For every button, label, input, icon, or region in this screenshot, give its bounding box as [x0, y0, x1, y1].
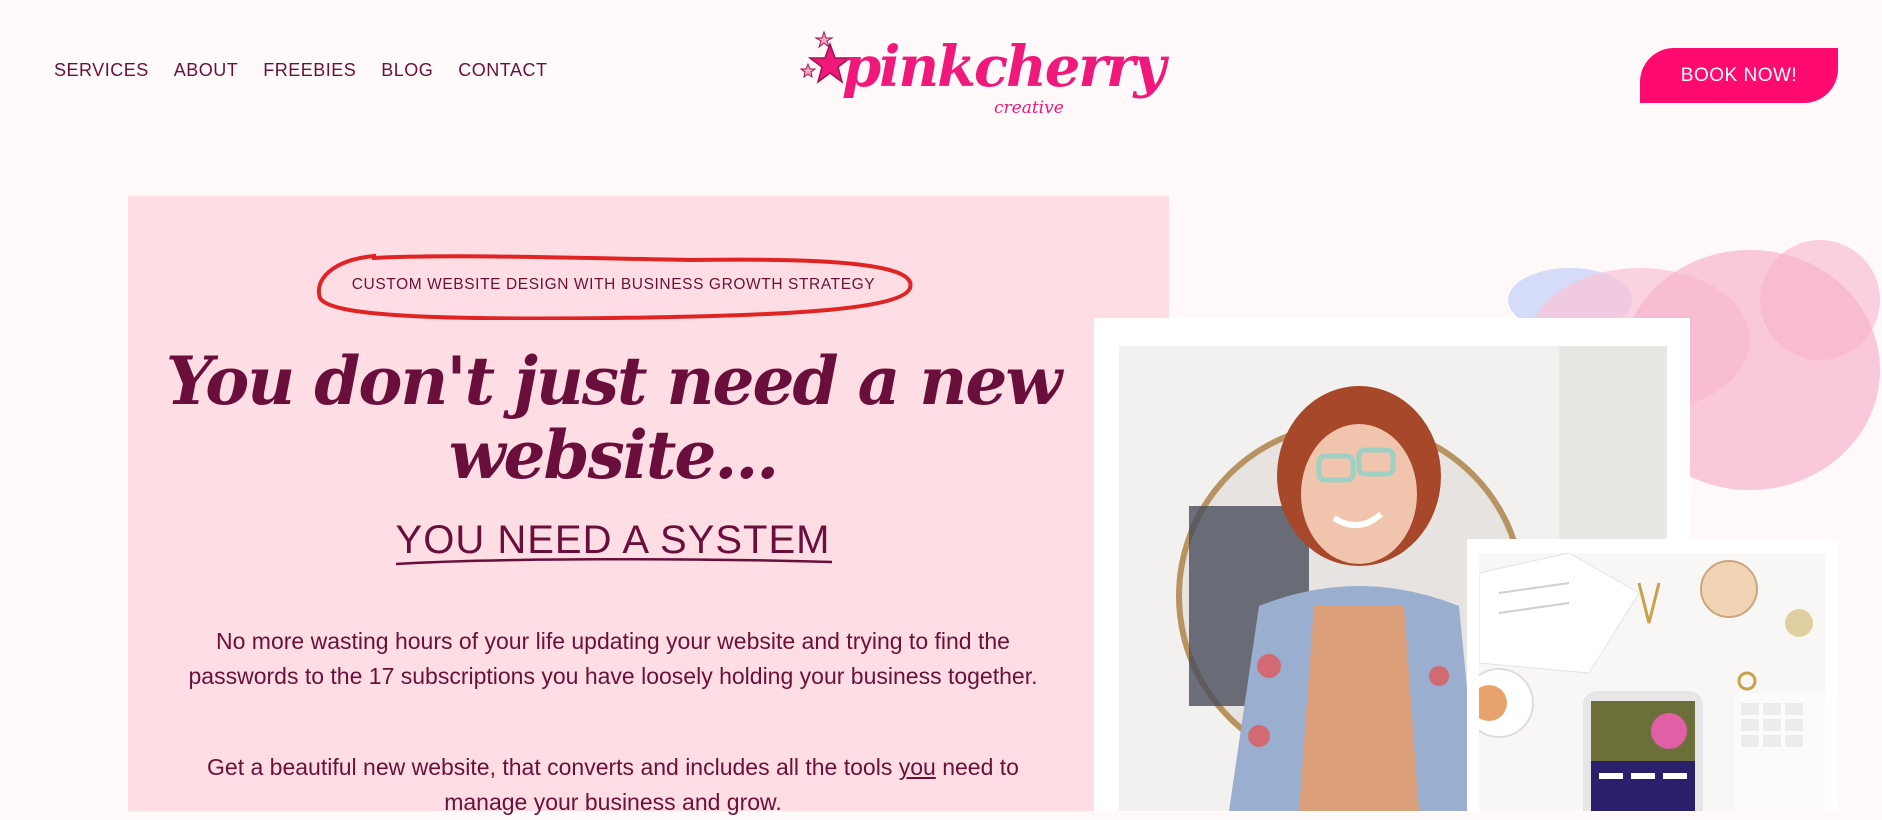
logo-subtitle: creative [994, 98, 1064, 118]
nav-blog[interactable]: BLOG [381, 60, 433, 81]
logo-wordmark: pinkcherry [842, 34, 1166, 100]
hero-headline: You don't just need a new website... [165, 342, 1062, 494]
product-mockup [1479, 553, 1825, 811]
nav-contact[interactable]: CONTACT [458, 60, 547, 81]
nav-services[interactable]: SERVICES [54, 60, 149, 81]
nav-freebies[interactable]: FREEBIES [263, 60, 356, 81]
main-nav: SERVICES ABOUT FREEBIES BLOG CONTACT [54, 60, 547, 81]
product-mockup-frame [1467, 539, 1838, 811]
paragraph-2-start: Get a beautiful new website, that conver… [207, 754, 899, 780]
pinkcherry-logo[interactable]: pinkcherry creative [800, 28, 1166, 120]
subheadline-underline [395, 557, 833, 566]
nav-about[interactable]: ABOUT [174, 60, 239, 81]
hero-card: CUSTOM WEBSITE DESIGN WITH BUSINESS GROW… [128, 196, 1169, 815]
eyebrow-text: CUSTOM WEBSITE DESIGN WITH BUSINESS GROW… [351, 276, 876, 293]
hero-paragraph-2: Get a beautiful new website, that conver… [188, 750, 1038, 820]
paragraph-2-emphasis: you [898, 754, 936, 780]
desk-illustration [1479, 553, 1825, 811]
book-now-button[interactable]: BOOK NOW! [1640, 48, 1838, 103]
eyebrow-highlight: CUSTOM WEBSITE DESIGN WITH BUSINESS GROW… [312, 250, 913, 320]
hero-paragraph-1: No more wasting hours of your life updat… [188, 628, 1038, 689]
